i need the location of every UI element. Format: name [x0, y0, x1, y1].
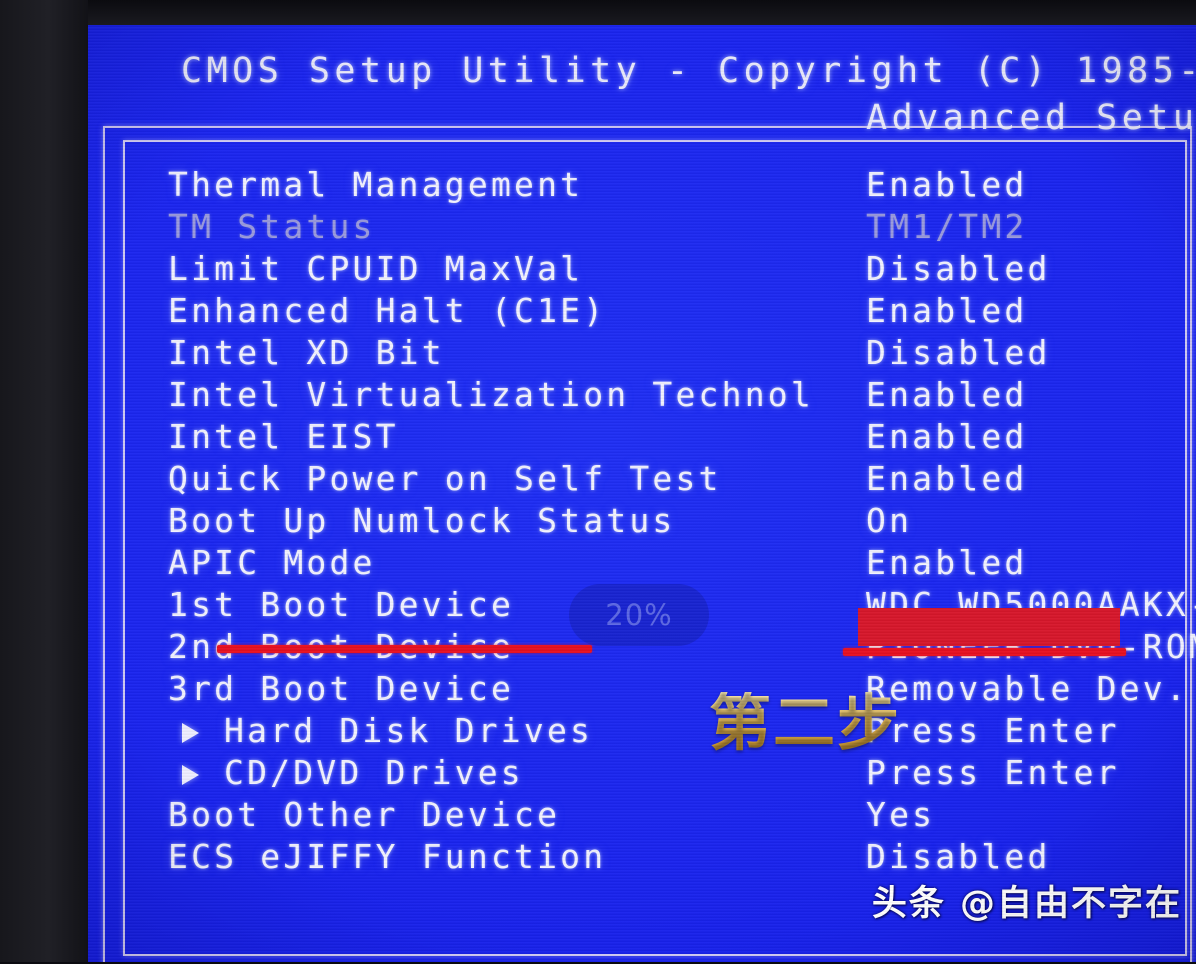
submenu-arrow-icon	[182, 765, 199, 785]
settings-row: TM Status TM1/TM2	[86, 206, 1196, 248]
setting-label: 1st Boot Device	[168, 585, 515, 624]
setting-label: Intel EIST	[168, 417, 399, 456]
settings-list: Thermal Management Enabled TM Status TM1/TM…	[86, 24, 1196, 964]
step-two-annotation: 第二步	[709, 686, 902, 759]
setting-value[interactable]: Disabled	[866, 836, 1051, 878]
source-watermark: 头条 @自由不字在	[871, 884, 1182, 924]
setting-label: Limit CPUID MaxVal	[168, 249, 584, 288]
setting-value: TM1/TM2	[866, 207, 1028, 246]
setting-value[interactable]: Enabled	[866, 542, 1027, 584]
photograph-of-monitor: CMOS Setup Utility - Copyright (C) 1985-…	[0, 0, 1196, 964]
settings-row[interactable]: Boot Up Numlock Status On	[86, 500, 1196, 542]
setting-value[interactable]: Enabled	[866, 164, 1027, 206]
setting-value[interactable]: Press Enter	[866, 710, 1120, 752]
settings-row[interactable]: Boot Other Device Yes	[86, 794, 1196, 836]
setting-value[interactable]: Disabled	[866, 332, 1051, 374]
settings-row[interactable]: Hard Disk Drives Press Enter	[86, 710, 1196, 752]
settings-row[interactable]: Intel XD Bit Disabled	[86, 332, 1196, 374]
setting-value[interactable]: Disabled	[866, 248, 1051, 290]
settings-row[interactable]: Thermal Management Enabled	[86, 164, 1196, 206]
setting-label: 2nd Boot Device	[168, 627, 515, 666]
progress-badge-label: 20%	[605, 598, 673, 632]
settings-row[interactable]: 3rd Boot Device Removable Dev.	[86, 668, 1196, 710]
setting-value[interactable]: Enabled	[866, 290, 1027, 332]
setting-label: TM Status	[168, 207, 376, 246]
setting-value[interactable]: Press Enter	[866, 752, 1120, 794]
monitor-bezel-left	[0, 0, 88, 964]
submenu-arrow-icon	[182, 723, 199, 743]
progress-badge: 20%	[569, 584, 709, 646]
setting-value[interactable]: Enabled	[866, 374, 1027, 416]
setting-value[interactable]: Enabled	[866, 458, 1027, 500]
settings-row[interactable]: APIC Mode Enabled	[86, 542, 1196, 584]
setting-label: Quick Power on Self Test	[168, 459, 722, 498]
setting-value[interactable]: Removable Dev.	[866, 668, 1189, 710]
setting-label: ECS eJIFFY Function	[168, 837, 607, 876]
setting-label: Thermal Management	[168, 165, 584, 204]
monitor-bezel-top	[0, 0, 1196, 25]
setting-label: APIC Mode	[168, 543, 376, 582]
setting-label: Enhanced Halt (C1E)	[168, 291, 607, 330]
bios-screen: CMOS Setup Utility - Copyright (C) 1985-…	[86, 24, 1196, 964]
setting-value[interactable]: On	[866, 500, 912, 542]
setting-value[interactable]: Enabled	[866, 416, 1027, 458]
setting-label: Hard Disk Drives	[224, 711, 594, 750]
setting-label: 3rd Boot Device	[168, 669, 515, 708]
setting-label: Boot Other Device	[168, 795, 561, 834]
settings-row[interactable]: Limit CPUID MaxVal Disabled	[86, 248, 1196, 290]
settings-row[interactable]: ECS eJIFFY Function Disabled	[86, 836, 1196, 878]
settings-row[interactable]: CD/DVD Drives Press Enter	[86, 752, 1196, 794]
settings-row[interactable]: Enhanced Halt (C1E) Enabled	[86, 290, 1196, 332]
settings-row[interactable]: Quick Power on Self Test Enabled	[86, 458, 1196, 500]
setting-label: Intel Virtualization Technol	[168, 375, 814, 414]
settings-row[interactable]: Intel EIST Enabled	[86, 416, 1196, 458]
selected-value-highlight	[858, 608, 1120, 646]
setting-label: Intel XD Bit	[168, 333, 445, 372]
setting-label: CD/DVD Drives	[224, 753, 524, 792]
settings-row[interactable]: Intel Virtualization Technol Enabled	[86, 374, 1196, 416]
setting-label: Boot Up Numlock Status	[168, 501, 676, 540]
setting-value[interactable]: Yes	[866, 794, 935, 836]
